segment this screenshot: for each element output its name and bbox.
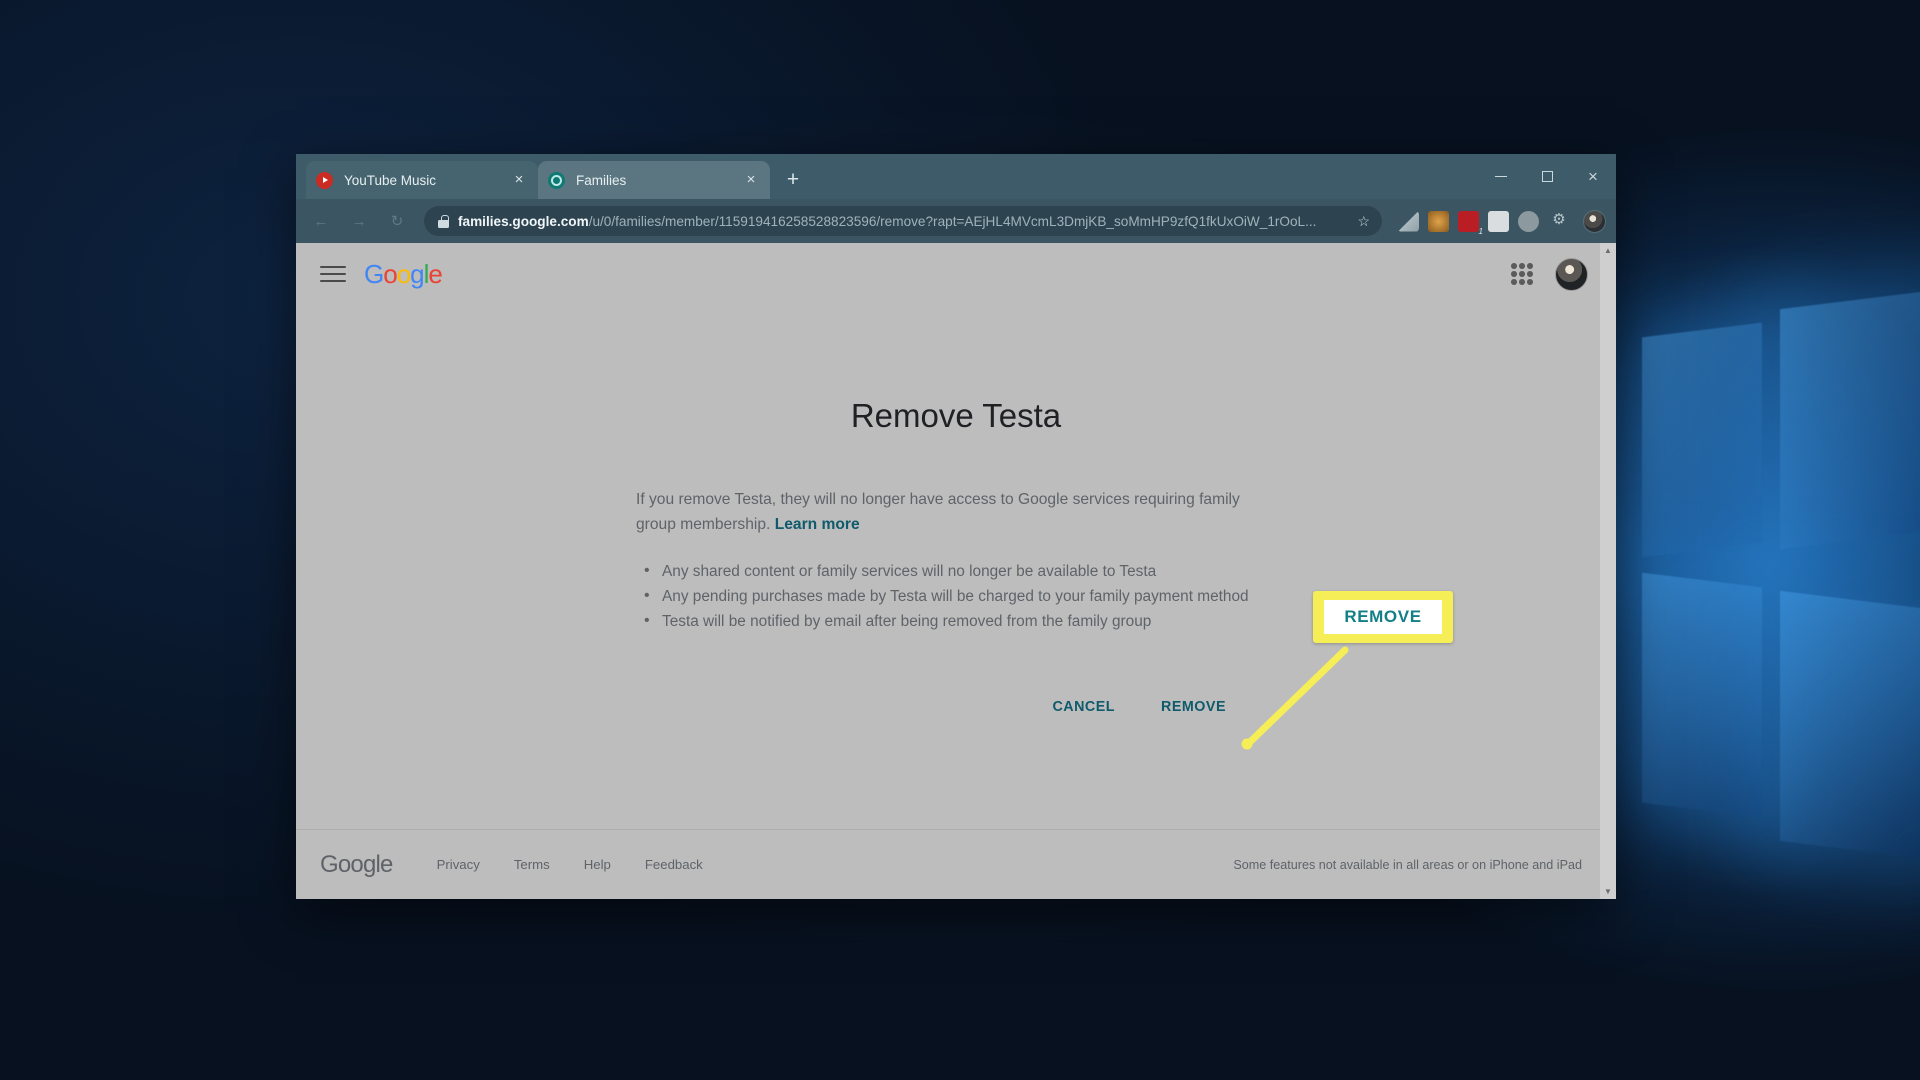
back-button[interactable]: ← [304,204,338,238]
film-extension-icon[interactable] [1518,210,1539,232]
close-icon[interactable]: × [742,171,760,189]
footer-links: Privacy Terms Help Feedback [437,857,703,872]
remove-member-dialog: Remove Testa If you remove Testa, they w… [636,305,1276,724]
account-avatar[interactable] [1555,257,1588,291]
maximize-button[interactable] [1524,154,1570,199]
page-scrollbar[interactable]: ▲ ▼ [1600,243,1616,899]
reload-button[interactable]: ↻ [380,204,414,238]
callout-inner: REMOVE [1324,600,1442,634]
list-item: Testa will be notified by email after be… [636,608,1276,634]
lastpass-extension-icon[interactable]: 1 [1458,210,1483,236]
chrome-browser-window: YouTube Music × Families × + × ← → ↻ fam [296,154,1616,899]
consequences-list: Any shared content or family services wi… [636,558,1276,634]
cancel-button[interactable]: CANCEL [1040,690,1127,724]
page-viewport: Google Remove Testa If you remove Testa,… [296,243,1616,899]
callout-remove-highlight: REMOVE [1313,591,1453,643]
close-icon[interactable]: × [510,171,528,189]
url-text: families.google.com/u/0/families/member/… [458,214,1346,229]
scroll-up-arrow-icon[interactable]: ▲ [1604,243,1612,258]
hamburger-menu-icon[interactable] [320,261,346,287]
wallpaper-pane-1 [1642,322,1762,558]
window-controls: × [1478,154,1616,199]
browser-tab-families[interactable]: Families × [538,161,770,199]
extension-badge-count: 1 [1478,226,1483,236]
footer-link-privacy[interactable]: Privacy [437,857,480,872]
extensions-puzzle-icon[interactable]: ⚙ [1548,210,1570,232]
learn-more-link[interactable]: Learn more [775,516,860,533]
web-store-extension-icon[interactable] [1488,210,1509,232]
browser-tab-strip: YouTube Music × Families × + × [296,154,1616,199]
lead-text: If you remove Testa, they will no longer… [636,491,1240,533]
footer-link-help[interactable]: Help [584,857,611,872]
adblock-extension-icon[interactable] [1398,210,1419,232]
extension-icons: 1 ⚙ [1392,209,1606,236]
page-title: Remove Testa [850,397,1062,434]
google-apps-grid-icon[interactable] [1511,263,1533,285]
tab-title: Families [576,172,627,188]
close-icon: × [1588,167,1598,186]
google-page-header: Google [296,243,1616,305]
browser-toolbar: ← → ↻ families.google.com/u/0/families/m… [296,199,1616,243]
page-body: Remove Testa If you remove Testa, they w… [296,305,1616,829]
lead-paragraph: If you remove Testa, they will no longer… [636,487,1276,537]
close-window-button[interactable]: × [1570,154,1616,199]
tab-title: YouTube Music [344,172,437,188]
page-footer: Google Privacy Terms Help Feedback Some … [296,829,1616,899]
bookmark-star-icon[interactable]: ☆ [1346,213,1370,230]
lock-icon [438,214,449,228]
callout-label: REMOVE [1344,607,1422,626]
footer-link-terms[interactable]: Terms [514,857,550,872]
browser-tab-youtube-music[interactable]: YouTube Music × [306,161,538,199]
scroll-down-arrow-icon[interactable]: ▼ [1604,884,1612,899]
browser-profile-avatar[interactable] [1583,209,1606,233]
new-tab-button[interactable]: + [778,165,808,195]
dialog-actions: CANCEL REMOVE [636,690,1276,724]
minimize-button[interactable] [1478,154,1524,199]
remove-button[interactable]: REMOVE [1149,690,1238,724]
google-logo: Google [364,258,443,289]
wallpaper-pane-2 [1780,290,1920,550]
footer-google-logo: Google [320,850,393,878]
wallpaper-pane-4 [1780,590,1920,860]
footer-note: Some features not available in all areas… [1233,857,1582,872]
list-item: Any shared content or family services wi… [636,558,1276,584]
list-item: Any pending purchases made by Testa will… [636,583,1276,609]
youtube-music-icon [316,171,333,189]
footer-link-feedback[interactable]: Feedback [645,857,703,872]
wallpaper-pane-3 [1642,572,1762,818]
address-bar[interactable]: families.google.com/u/0/families/member/… [424,206,1382,236]
url-path: /u/0/families/member/1159194162585288235… [588,213,1317,229]
url-host: families.google.com [458,213,589,229]
windows-desktop: YouTube Music × Families × + × ← → ↻ fam [0,0,1920,1080]
forward-button[interactable]: → [342,204,376,238]
google-families-icon [548,171,565,189]
honey-extension-icon[interactable] [1428,210,1449,232]
